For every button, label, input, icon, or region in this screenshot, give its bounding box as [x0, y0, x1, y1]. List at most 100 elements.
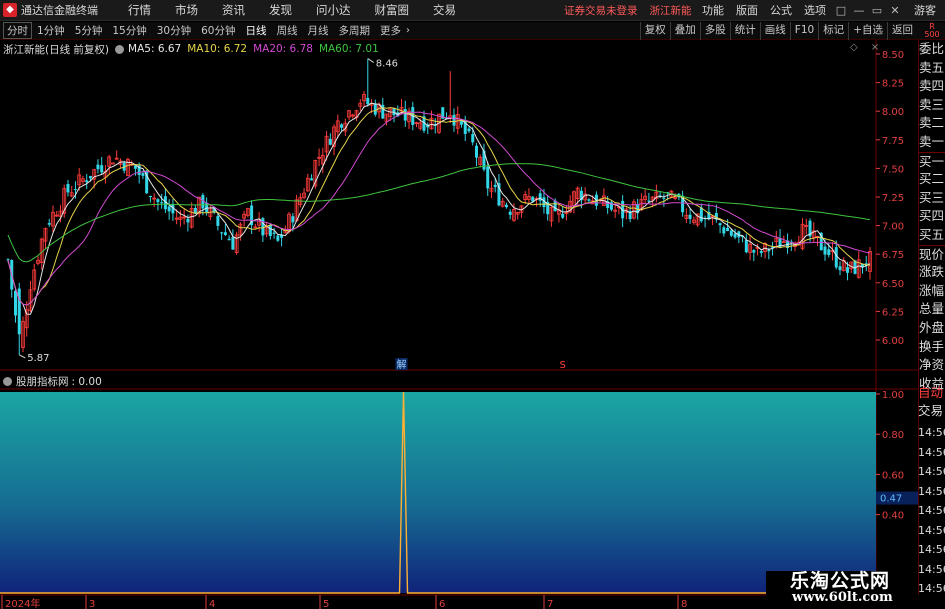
restore-icon[interactable]: □	[832, 4, 850, 17]
ma20-value: MA20: 6.78	[253, 43, 313, 55]
unlock-marker-label: 解	[397, 358, 407, 371]
candle-body-down	[553, 200, 557, 212]
candle-body-down	[459, 121, 463, 125]
tool-overlay[interactable]: 叠加	[669, 22, 700, 40]
close-panel-icon[interactable]: ×	[871, 42, 879, 53]
candle-body-down	[647, 200, 651, 202]
menu-discover[interactable]: 发现	[257, 2, 304, 18]
period-monthly[interactable]: 月线	[303, 22, 334, 39]
order-change: 涨跌	[919, 264, 945, 280]
tool-mark[interactable]: 标记	[818, 22, 848, 40]
tool-f10[interactable]: F10	[789, 22, 818, 40]
period-5min[interactable]: 5分钟	[70, 22, 108, 39]
candle-body-down	[744, 240, 748, 253]
login-notice[interactable]: 证券交易未登录	[564, 3, 638, 18]
guest-user[interactable]: 游客	[914, 2, 936, 18]
order-turnover: 换手	[919, 338, 945, 354]
period-intraday[interactable]: 分时	[3, 22, 32, 39]
candle-body-down	[474, 145, 478, 158]
maximize-icon[interactable]: ▭	[868, 4, 886, 17]
price-tick-label: 8.25	[882, 79, 904, 90]
period-more[interactable]: 更多	[375, 22, 406, 39]
x-tick-label: 7	[547, 599, 553, 609]
chevron-right-icon[interactable]: ›	[406, 25, 410, 36]
close-icon[interactable]: ✕	[886, 4, 904, 17]
period-daily[interactable]: 日线	[241, 22, 272, 39]
candle-body-down	[733, 233, 737, 238]
kline-chart[interactable]: 8.50 8.25 8.00 7.75 7.50 7.25 7.00 6.75 6.50 6.25…	[0, 40, 918, 609]
menu-bar: ◆ 通达信金融终端 行情 市场 资讯 发现 问小达 财富圈 交易 证券交易未登录…	[0, 0, 945, 21]
indicator-name[interactable]: 股朋指标网	[16, 374, 69, 389]
order-volume: 总量	[919, 301, 945, 317]
order-change-pct: 涨幅	[919, 282, 945, 298]
order-sell-4: 卖四	[919, 78, 945, 94]
candle-body-down	[767, 250, 771, 252]
indicator-panel	[0, 391, 876, 594]
tool-back[interactable]: 返回	[887, 22, 917, 40]
ma5-value: MA5: 6.67	[128, 43, 182, 55]
auto-trade-line1[interactable]: 自动	[918, 384, 945, 402]
tick-time: 14:56	[918, 562, 945, 576]
candle-body-down	[452, 114, 456, 126]
candle-body-down	[276, 235, 280, 241]
menu-options[interactable]: 选项	[798, 2, 832, 18]
menu-news[interactable]: 资讯	[210, 2, 257, 18]
menu-market[interactable]: 市场	[163, 2, 210, 18]
candle-body-down	[141, 173, 145, 176]
price-tick-label: 6.75	[882, 250, 904, 261]
tool-adjust[interactable]: 复权	[639, 22, 670, 40]
ma-line-60	[7, 163, 871, 263]
candle-body-down	[699, 207, 703, 222]
candle-body-down	[340, 124, 344, 128]
candle-body-down	[13, 290, 17, 316]
main-info-bar: 浙江新能(日线 前复权) MA5: 6.67 MA10: 6.72 MA20: …	[3, 42, 385, 56]
x-tick-label: 8	[681, 599, 687, 609]
settings-dot-icon[interactable]	[115, 44, 125, 54]
price-tick-label: 7.75	[882, 136, 904, 147]
auto-trade[interactable]: 自动 交易	[918, 384, 945, 420]
candle-body-down	[148, 195, 152, 198]
order-price: 现价	[919, 244, 945, 262]
period-30min[interactable]: 30分钟	[152, 22, 196, 39]
order-buy-1: 买一	[919, 151, 945, 169]
menu-layout[interactable]: 版面	[730, 2, 764, 18]
high-pointer	[367, 58, 375, 63]
watermark-title: 乐淘公式网	[790, 570, 891, 592]
order-net-assets: 净资	[919, 357, 945, 373]
candle-body-down	[846, 267, 850, 273]
menu-functions[interactable]: 功能	[696, 2, 730, 18]
tool-multi-stock[interactable]: 多股	[699, 22, 730, 40]
candle-body-down	[272, 232, 276, 234]
minimize-icon[interactable]: —	[850, 4, 868, 17]
tool-draw[interactable]: 画线	[759, 22, 790, 40]
period-60min[interactable]: 60分钟	[196, 22, 240, 39]
tool-statistics[interactable]: 统计	[729, 22, 760, 40]
candle-body-down	[47, 223, 51, 225]
candle-body-down	[373, 103, 377, 115]
candle-body-down	[85, 180, 89, 183]
app-logo-icon: ◆	[3, 3, 17, 17]
diamond-icon[interactable]: ◇	[850, 42, 858, 53]
period-toolbar: 分时 1分钟 5分钟 15分钟 30分钟 60分钟 日线 周线 月线 多周期 更…	[0, 22, 945, 40]
period-1min[interactable]: 1分钟	[32, 22, 70, 39]
candle-body-down	[688, 214, 692, 219]
period-15min[interactable]: 15分钟	[107, 22, 151, 39]
candle-body-down	[823, 246, 827, 255]
menu-formula[interactable]: 公式	[764, 2, 798, 18]
panel-buttons: ◇ ×	[850, 42, 879, 53]
indicator-settings-icon[interactable]	[3, 377, 12, 386]
menu-quotes[interactable]: 行情	[116, 2, 163, 18]
period-multi[interactable]: 多周期	[334, 22, 376, 39]
menu-trade[interactable]: 交易	[421, 2, 468, 18]
menu-wealth-circle[interactable]: 财富圈	[363, 2, 422, 18]
candle-body-down	[167, 206, 171, 212]
x-tick-label: 3	[89, 599, 95, 609]
price-tick-label: 7.00	[882, 222, 904, 233]
tool-add-watchlist[interactable]: +自选	[848, 22, 887, 40]
candle-body-down	[261, 218, 265, 236]
menu-ask-xiaoda[interactable]: 问小达	[304, 2, 363, 18]
x-tick-label: 4	[209, 599, 215, 609]
period-weekly[interactable]: 周线	[272, 22, 303, 39]
candle-body-down	[722, 227, 726, 234]
auto-trade-line2[interactable]: 交易	[918, 402, 945, 420]
